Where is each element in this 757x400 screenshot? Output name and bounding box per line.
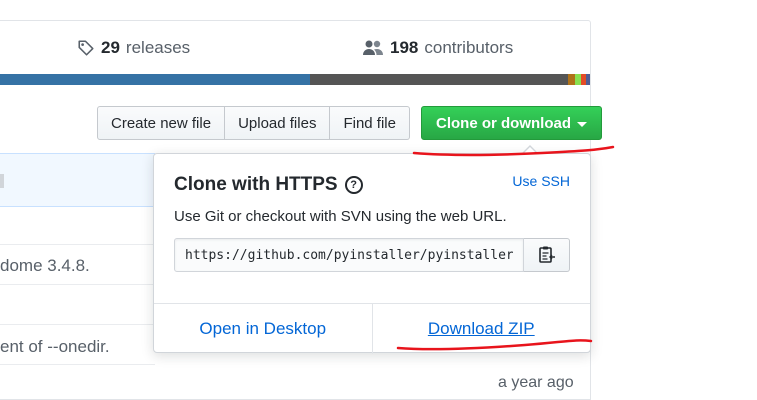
clone-title: Clone with HTTPS ? [174,174,363,196]
help-icon[interactable]: ? [344,176,363,194]
open-in-desktop-link[interactable]: Open in Desktop [154,304,372,354]
clone-or-download-label: Clone or download [436,114,571,132]
row-divider [0,364,155,365]
language-segment[interactable] [585,74,590,85]
download-zip-link[interactable]: Download ZIP [371,304,591,354]
clipboard-icon [538,246,555,263]
releases-label: releases [125,38,191,57]
row-divider [0,244,155,245]
clone-dropdown: Clone with HTTPS ? Use SSH Use Git or ch… [153,145,591,354]
clone-url-input[interactable] [174,238,524,272]
create-new-file-button[interactable]: Create new file [97,106,226,140]
file-actions-group: Create new file Upload files Find file [97,106,410,140]
caret-down-icon [577,121,587,127]
contributors-stat[interactable]: 198 contributors [362,38,513,58]
use-ssh-link[interactable]: Use SSH [512,173,570,189]
language-segment[interactable] [0,74,310,85]
language-segment[interactable] [568,74,576,85]
clone-footer: Open in Desktop Download ZIP [154,303,590,354]
language-segment[interactable] [309,74,569,85]
commit-message[interactable]: dome 3.4.8. [0,256,90,276]
releases-count: 29 [101,38,120,57]
row-divider [0,284,155,285]
upload-files-button[interactable]: Upload files [225,106,331,140]
clone-or-download-button[interactable]: Clone or download [421,106,602,140]
find-file-button[interactable]: Find file [330,106,410,140]
copy-url-button[interactable] [524,238,570,272]
contributors-label: contributors [424,38,514,57]
contributors-count: 198 [390,38,419,57]
clone-title-text: Clone with HTTPS [174,174,338,195]
commit-age: a year ago [498,374,574,391]
tag-icon [78,40,94,56]
releases-stat[interactable]: 29 releases [77,38,190,58]
language-bar[interactable] [0,74,590,85]
clone-url-group [174,238,570,272]
clone-description: Use Git or checkout with SVN using the w… [174,208,507,225]
row-divider [0,324,155,325]
commit-info-bar [0,153,155,207]
people-icon [363,40,383,55]
commit-message[interactable]: ent of --onedir. [0,337,110,357]
